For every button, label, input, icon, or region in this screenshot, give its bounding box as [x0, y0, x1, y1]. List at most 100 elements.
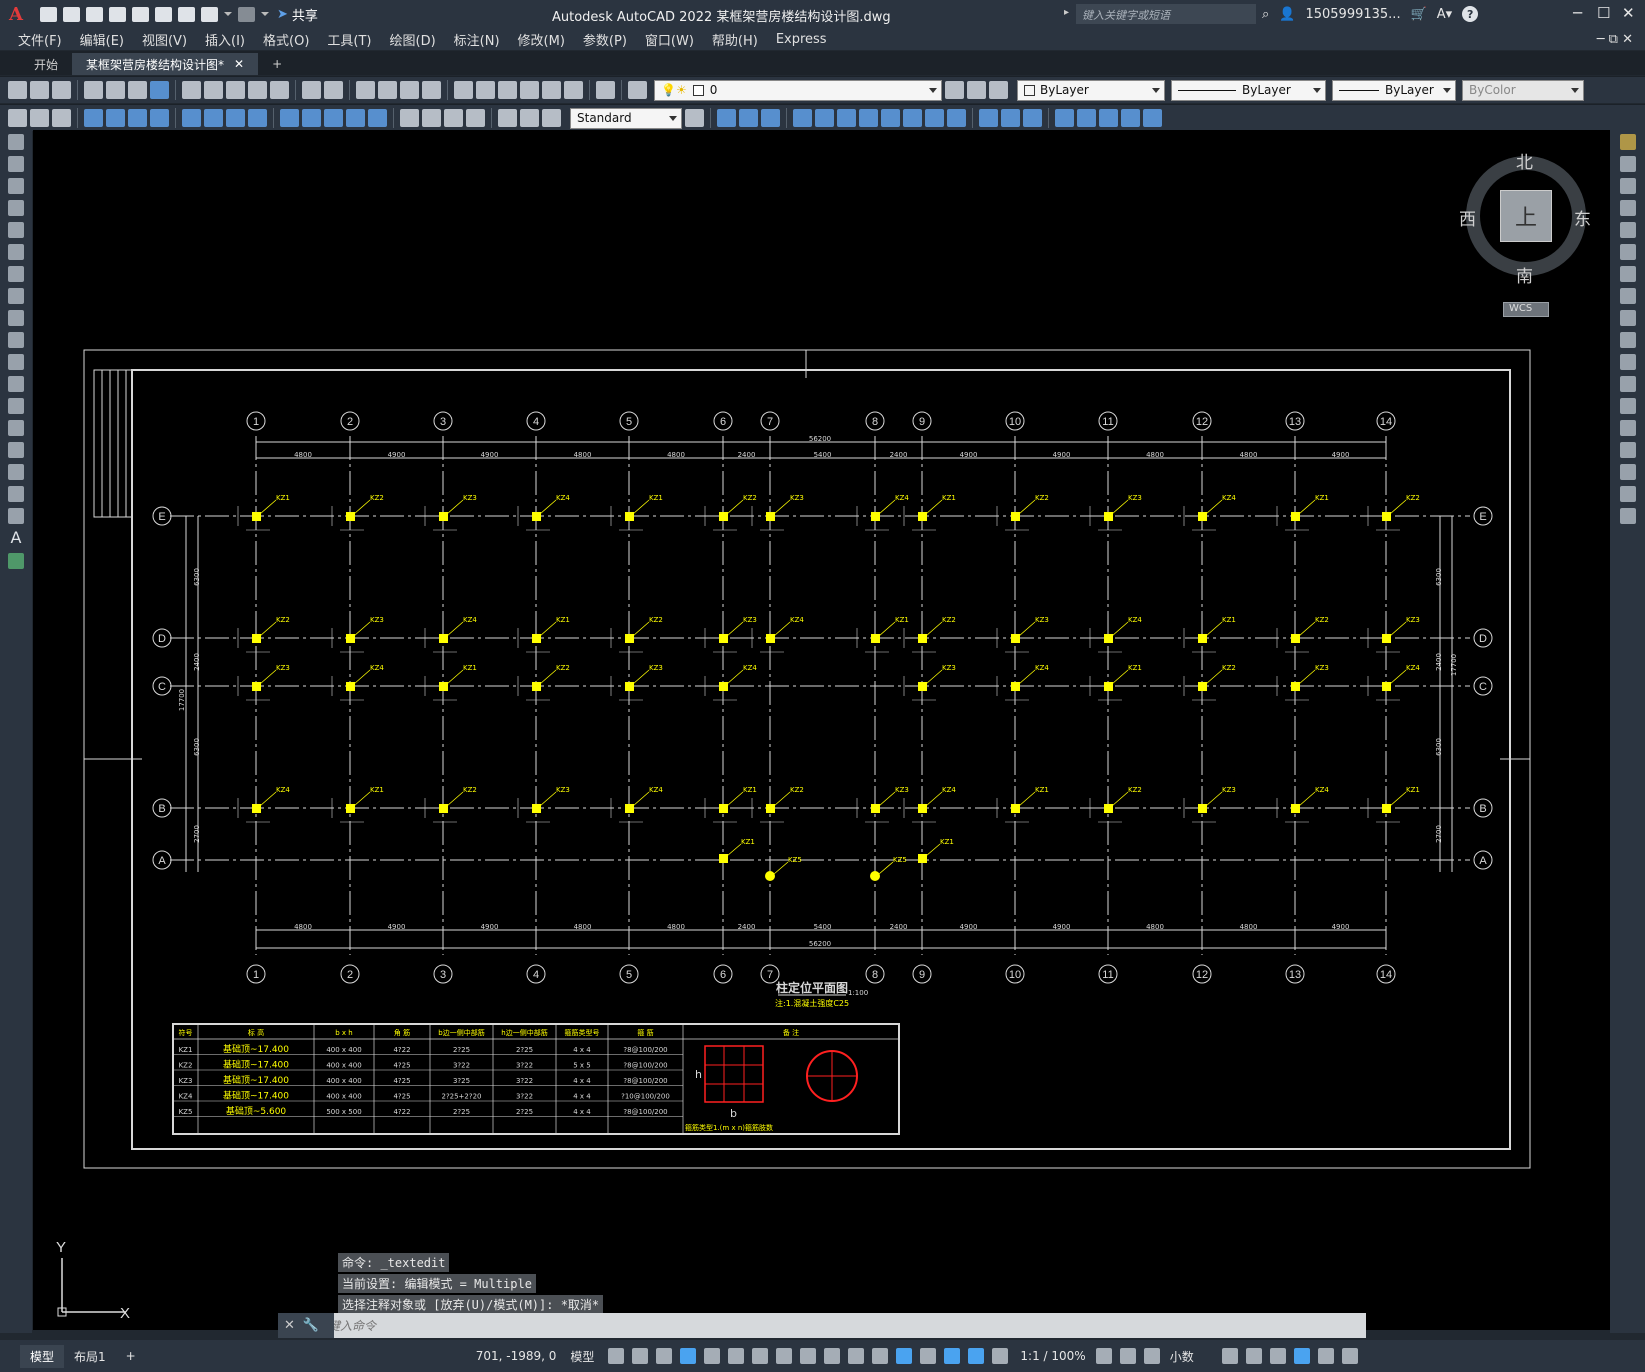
maximize-icon[interactable]: ☐	[1597, 4, 1610, 22]
drawing-canvas[interactable]: 1 1 2 2 3 3 4 4 5 5 6 6 7 7 8 8 9 9 10 10 11 11 12 12 13 13 14 14 E E…	[33, 130, 1610, 1330]
units-icon[interactable]	[1143, 1348, 1160, 1364]
infer-icon[interactable]	[656, 1348, 673, 1364]
viewcube-south[interactable]: 南	[1516, 262, 1533, 287]
lineweight-dropdown[interactable]: ByLayer	[1332, 79, 1456, 101]
3dosnap-icon[interactable]	[872, 1348, 889, 1364]
customize-dropdown-icon[interactable]	[261, 12, 269, 16]
break-point-icon[interactable]	[1619, 376, 1636, 392]
menu-edit[interactable]: 编辑(E)	[80, 30, 124, 49]
menu-window[interactable]: 窗口(W)	[645, 30, 694, 49]
user-icon[interactable]: 👤	[1279, 7, 1295, 22]
baseline-icon[interactable]	[302, 109, 321, 127]
menu-draw[interactable]: 绘图(D)	[390, 30, 436, 49]
dim-break-icon[interactable]	[368, 109, 387, 127]
selection-cycling-icon[interactable]	[848, 1348, 865, 1364]
model-space-button[interactable]: 模型	[570, 1348, 594, 1365]
menu-insert[interactable]: 插入(I)	[205, 30, 245, 49]
close-icon[interactable]: ✕	[1622, 4, 1635, 22]
extend-icon[interactable]	[1619, 354, 1636, 370]
layer-previous-icon[interactable]	[967, 81, 986, 99]
modify-icon-8[interactable]	[881, 109, 900, 127]
modify-icon-5[interactable]	[815, 109, 834, 127]
ellipse-icon[interactable]	[8, 332, 24, 348]
plot-icon[interactable]	[84, 81, 103, 99]
tolerance-icon[interactable]	[400, 109, 419, 127]
gradient-icon[interactable]	[8, 464, 24, 480]
layer-states-icon[interactable]	[989, 81, 1008, 99]
autodesk-icon[interactable]: A▾	[1437, 7, 1452, 22]
move-icon[interactable]	[1619, 244, 1636, 260]
tab-drawing[interactable]: 某框架营房楼结构设计图* ✕	[72, 53, 259, 75]
search-icon[interactable]: ⌕	[1262, 7, 1269, 22]
modify-icon-4[interactable]	[793, 109, 812, 127]
menu-format[interactable]: 格式(O)	[263, 30, 309, 49]
explode-icon[interactable]	[1619, 508, 1636, 524]
modify-icon-16[interactable]	[1077, 109, 1096, 127]
design-center-icon[interactable]	[476, 81, 495, 99]
continue-icon[interactable]	[324, 109, 343, 127]
copy-icon[interactable]	[204, 81, 223, 99]
modify-icon-14[interactable]	[1023, 109, 1042, 127]
preview-icon[interactable]	[106, 81, 125, 99]
block-editor-icon[interactable]	[270, 81, 289, 99]
customize-icon[interactable]: 🔧	[303, 1318, 319, 1333]
share-button[interactable]: ➤ 共享	[277, 5, 318, 24]
layer-properties-icon[interactable]	[628, 81, 647, 99]
erase-icon[interactable]	[1619, 134, 1636, 150]
menu-file[interactable]: 文件(F)	[18, 30, 62, 49]
wcs-menu[interactable]: WCS	[1503, 302, 1549, 317]
isolate-icon[interactable]	[1269, 1348, 1286, 1364]
redo-icon[interactable]	[238, 6, 255, 22]
open-icon[interactable]	[30, 81, 49, 99]
sheet-set-icon[interactable]	[520, 81, 539, 99]
add-selected-icon[interactable]	[8, 553, 24, 569]
jogged-linear-icon[interactable]	[466, 109, 485, 127]
point-icon[interactable]	[8, 420, 24, 436]
region-icon[interactable]	[8, 486, 24, 502]
workspace-gear-icon[interactable]	[1095, 1348, 1112, 1364]
publish-icon[interactable]	[128, 81, 147, 99]
zoom-window-icon[interactable]	[400, 81, 419, 99]
layer-dropdown[interactable]: 💡☀ 0	[654, 79, 942, 101]
spline-icon[interactable]	[8, 310, 24, 326]
search-expand-icon[interactable]: ▸	[1064, 7, 1069, 18]
cart-icon[interactable]: 🛒	[1411, 7, 1427, 22]
pan-icon[interactable]	[356, 81, 375, 99]
clean-screen-icon[interactable]	[1317, 1348, 1334, 1364]
search-input[interactable]: 键入关键字或短语	[1076, 4, 1256, 24]
aligned-dim-icon[interactable]	[106, 109, 125, 127]
otrack-icon[interactable]	[752, 1348, 769, 1364]
linear-dim-icon[interactable]	[84, 109, 103, 127]
new-icon[interactable]	[40, 6, 57, 22]
plotstyle-dropdown[interactable]: ByColor	[1462, 79, 1584, 101]
doc-window-controls[interactable]: ─ ⧉ ✕	[1597, 32, 1633, 47]
modify-icon-9[interactable]	[903, 109, 922, 127]
make-current-icon[interactable]	[945, 81, 964, 99]
tab-layout1[interactable]: 布局1	[64, 1345, 116, 1368]
menu-dimension[interactable]: 标注(N)	[454, 30, 500, 49]
make-block-icon[interactable]	[8, 398, 24, 414]
construction-line-icon[interactable]	[8, 156, 24, 172]
menu-express[interactable]: Express	[776, 32, 827, 47]
modify-icon-17[interactable]	[1099, 109, 1118, 127]
dimstyle-icon[interactable]	[685, 109, 704, 127]
ordinate-icon[interactable]	[150, 109, 169, 127]
rectangle-icon[interactable]	[8, 222, 24, 238]
paste-icon[interactable]	[226, 81, 245, 99]
modify-icon-7[interactable]	[859, 109, 878, 127]
minimize-icon[interactable]: ─	[1573, 4, 1582, 22]
modify-icon-2[interactable]	[739, 109, 758, 127]
transparency-icon[interactable]	[824, 1348, 841, 1364]
markup-icon[interactable]	[542, 81, 561, 99]
coordinates-readout[interactable]: 701, -1989, 0	[476, 1349, 557, 1363]
mtext-icon[interactable]: A	[0, 528, 32, 547]
ellipse-arc-icon[interactable]	[8, 354, 24, 370]
break-icon[interactable]	[1619, 398, 1636, 414]
dim-edit-icon[interactable]	[498, 109, 517, 127]
undo-icon[interactable]	[302, 81, 321, 99]
open-web-icon[interactable]	[132, 6, 149, 22]
tab-start[interactable]: 开始	[20, 53, 72, 75]
modify-icon-11[interactable]	[947, 109, 966, 127]
command-line-controls[interactable]: ✕ 🔧	[278, 1313, 334, 1338]
menu-parametric[interactable]: 参数(P)	[583, 30, 627, 49]
